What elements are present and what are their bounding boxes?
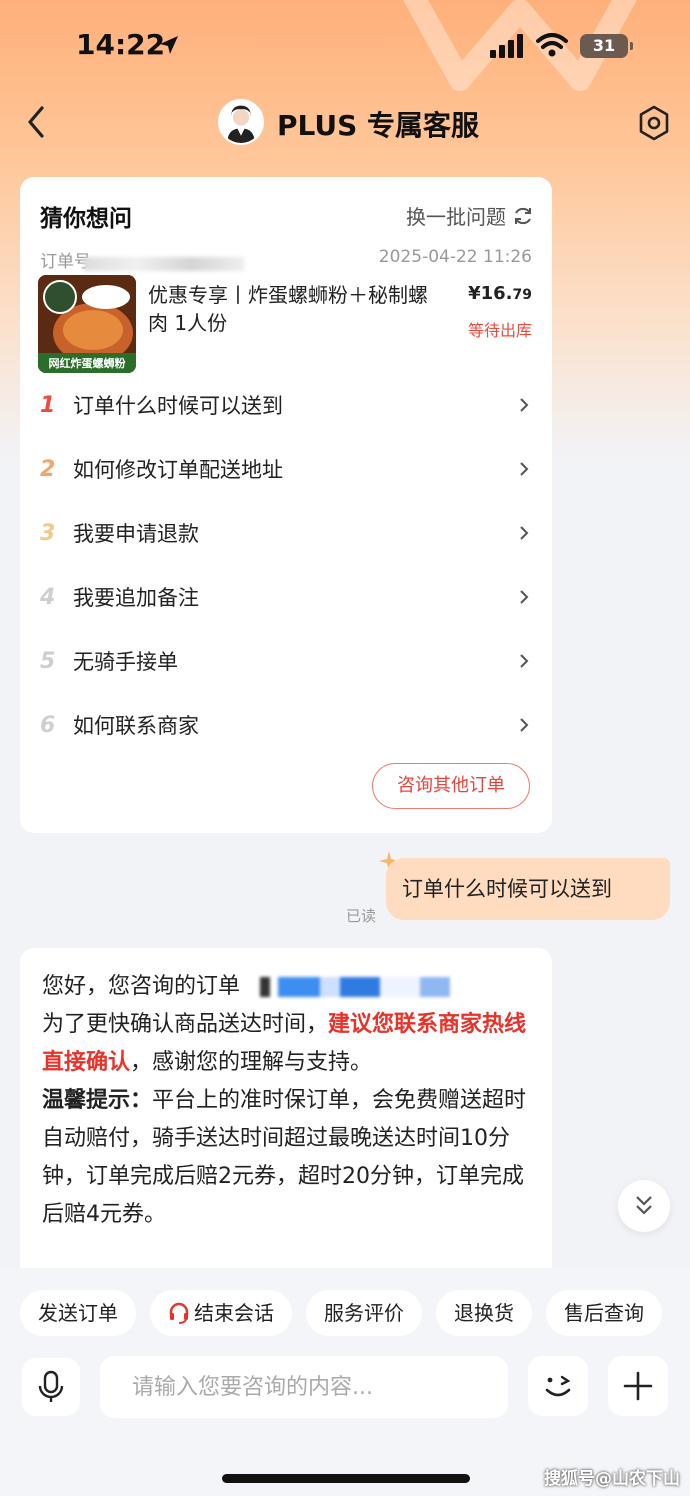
question-text: 如何联系商家 <box>73 714 199 738</box>
message-input[interactable] <box>100 1356 508 1418</box>
question-number: 5 <box>40 648 56 674</box>
product-image-text: 网红炸蛋螺蛳粉 <box>49 356 126 370</box>
question-text: 订单什么时候可以送到 <box>73 394 283 418</box>
agent-reply-bubble: 您好，您咨询的订单 为了更快确认商品送达时间，建议您联系商家热线直接确认，感谢您… <box>20 948 552 1278</box>
question-item-1[interactable]: 1 订单什么时候可以送到 <box>20 373 552 437</box>
double-chevron-down-icon <box>636 1196 652 1215</box>
watermark: 搜狐号@山农下山 <box>544 1469 680 1489</box>
refresh-questions-button[interactable]: 换一批问题 <box>406 201 534 230</box>
more-actions-button[interactable] <box>608 1356 668 1416</box>
page-title: PLUS 专属客服 <box>277 109 480 142</box>
price-main: ¥16. <box>468 283 513 304</box>
question-item-6[interactable]: 6 如何联系商家 <box>20 693 552 757</box>
chevron-right-icon <box>520 590 529 604</box>
refresh-label: 换一批问题 <box>406 205 506 229</box>
question-text: 如何修改订单配送地址 <box>73 458 283 482</box>
order-number-redacted <box>260 977 451 997</box>
reply-body: 为了更快确认商品送达时间，建议您联系商家热线直接确认，感谢您的理解与支持。 <box>42 1006 530 1082</box>
wifi-icon <box>536 33 568 57</box>
chevron-right-icon <box>520 462 529 476</box>
chip-label: 退换货 <box>454 1301 514 1325</box>
consult-other-orders-button[interactable]: 咨询其他订单 <box>372 763 530 809</box>
scroll-to-bottom-button[interactable] <box>618 1180 670 1232</box>
user-message-bubble: 订单什么时候可以送到 <box>386 858 670 920</box>
tip-label: 温馨提示： <box>42 1088 153 1113</box>
bottom-panel: 发送订单 结束会话 服务评价 退换货 售后查询 搜狐号@山农下山 <box>0 1268 690 1496</box>
order-number-redacted <box>84 257 244 271</box>
reply-order-text: 您好，您咨询的订单 <box>42 974 241 999</box>
question-item-3[interactable]: 3 我要申请退款 <box>20 501 552 565</box>
emoji-icon <box>545 1375 571 1397</box>
after-sales-chip[interactable]: 售后查询 <box>546 1290 662 1336</box>
chip-label: 发送订单 <box>38 1301 118 1325</box>
question-text: 我要追加备注 <box>73 586 199 610</box>
location-arrow-icon <box>160 36 178 54</box>
plus-icon <box>623 1371 653 1401</box>
home-indicator <box>222 1474 470 1483</box>
reply-text-2: ，感谢您的理解与支持。 <box>130 1050 373 1075</box>
voice-input-button[interactable] <box>22 1358 80 1416</box>
reply-tip: 温馨提示：平台上的准时保订单，会免费赠送超时自动赔付，骑手送达时间超过最晚送达时… <box>42 1082 530 1234</box>
product-image[interactable]: 网红炸蛋螺蛳粉 <box>38 275 136 373</box>
question-item-2[interactable]: 2 如何修改订单配送地址 <box>20 437 552 501</box>
product-name: 优惠专享丨炸蛋螺蛳粉＋秘制螺肉 1人份 <box>148 283 428 335</box>
signal-icon <box>490 34 523 58</box>
question-number: 1 <box>40 392 56 418</box>
question-text: 无骑手接单 <box>73 650 178 674</box>
price-cents: 79 <box>512 287 532 303</box>
chip-label: 结束会话 <box>194 1301 274 1325</box>
chevron-right-icon <box>520 718 529 732</box>
question-item-5[interactable]: 5 无骑手接单 <box>20 629 552 693</box>
chip-label: 服务评价 <box>324 1301 404 1325</box>
question-list: 1 订单什么时候可以送到 2 如何修改订单配送地址 3 我要申请退款 4 我要追… <box>20 373 552 757</box>
order-time: 2025-04-22 11:26 <box>378 247 532 267</box>
return-exchange-chip[interactable]: 退换货 <box>436 1290 532 1336</box>
service-rating-chip[interactable]: 服务评价 <box>306 1290 422 1336</box>
microphone-icon <box>38 1370 64 1402</box>
reply-line-1: 您好，您咨询的订单 <box>42 968 530 1006</box>
settings-icon[interactable] <box>636 104 672 142</box>
question-number: 3 <box>40 520 56 546</box>
chip-label: 售后查询 <box>564 1301 644 1325</box>
message-input-box[interactable] <box>100 1356 508 1418</box>
battery-icon: 31 <box>580 34 633 58</box>
question-number: 4 <box>40 584 56 610</box>
end-session-chip[interactable]: 结束会话 <box>150 1290 292 1336</box>
back-icon[interactable] <box>24 104 52 140</box>
chevron-right-icon <box>520 398 529 412</box>
reply-text-1: 为了更快确认商品送达时间， <box>42 1012 329 1037</box>
headset-icon <box>169 1302 189 1324</box>
quick-actions: 发送订单 结束会话 服务评价 退换货 售后查询 <box>20 1290 690 1336</box>
order-status: 等待出库 <box>467 321 532 340</box>
read-status: 已读 <box>346 907 377 925</box>
send-order-chip[interactable]: 发送订单 <box>20 1290 136 1336</box>
chevron-right-icon <box>520 526 529 540</box>
question-text: 我要申请退款 <box>73 522 199 546</box>
refresh-icon <box>515 207 531 224</box>
chevron-right-icon <box>520 654 529 668</box>
product-price: ¥16.79 <box>468 283 532 304</box>
question-item-4[interactable]: 4 我要追加备注 <box>20 565 552 629</box>
suggested-questions-card: 猜你想问 换一批问题 订单号 2025-04-22 11:26 网红炸蛋螺蛳粉 … <box>20 177 552 833</box>
question-number: 2 <box>40 456 56 482</box>
status-time: 14:22 <box>76 28 166 61</box>
emoji-button[interactable] <box>528 1356 588 1416</box>
status-bar: 14:22 31 <box>0 0 690 90</box>
card-title: 猜你想问 <box>40 206 132 232</box>
question-number: 6 <box>40 712 56 738</box>
avatar <box>218 99 264 145</box>
